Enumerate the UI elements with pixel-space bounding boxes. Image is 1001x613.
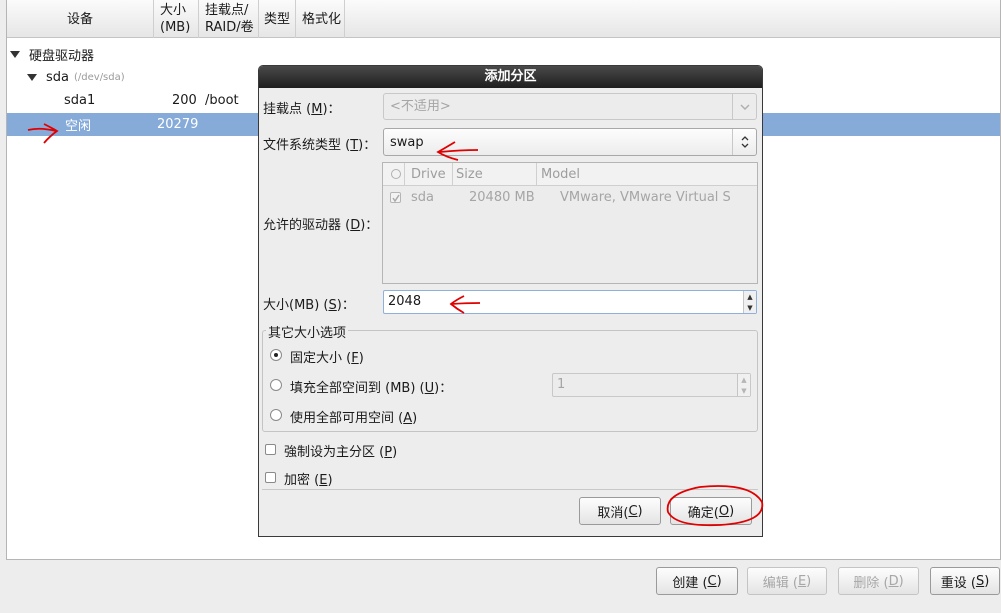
fill-max-radio[interactable]	[270, 409, 282, 421]
fs-type-label: 文件系统类型 (T)：	[263, 138, 377, 153]
drives-list-header: Drive Size Model	[383, 163, 757, 186]
mount-point-label: 挂载点 (M)：	[263, 102, 341, 117]
fixed-size-radio[interactable]	[270, 349, 282, 361]
col-size[interactable]: 大小 (MB)	[154, 0, 199, 38]
mount-point-combo[interactable]: <不适用>	[383, 93, 757, 120]
allowed-drives-label: 允许的驱动器 (D)：	[263, 218, 379, 233]
create-button[interactable]: 创建 (C)	[656, 567, 738, 595]
drive-checkbox[interactable]	[390, 192, 401, 203]
dialog-separator	[262, 489, 758, 490]
ok-button[interactable]: 确定(O)	[670, 497, 752, 525]
cancel-button[interactable]: 取消(C)	[579, 497, 661, 525]
up-down-chevron-icon	[732, 129, 756, 155]
fs-type-combo[interactable]: swap	[383, 128, 757, 156]
dialog-title: 添加分区	[259, 66, 762, 88]
drive-row-sda[interactable]: sda 20480 MB VMware, VMware Virtual S	[383, 186, 757, 210]
tree-header: 设备 大小 (MB) 挂载点/ RAID/卷 类型 格式化	[7, 0, 1000, 38]
encrypt-label[interactable]: 加密 (E)	[284, 469, 333, 488]
expander-icon[interactable]	[27, 74, 37, 81]
force-primary-label[interactable]: 強制设为主分区 (P)	[284, 441, 397, 460]
col-device[interactable]: 设备	[7, 0, 154, 38]
size-spinbox[interactable]: 2048 ▲ ▼	[383, 290, 757, 314]
expander-icon[interactable]	[10, 51, 20, 58]
fill-size-spinbox[interactable]: 1 ▲ ▼	[552, 373, 751, 397]
force-primary-checkbox[interactable]	[265, 444, 276, 455]
size-label: 大小(MB) (S)：	[263, 298, 355, 313]
tree-row-hard-drives[interactable]: 硬盘驱动器	[7, 43, 1000, 66]
col-type[interactable]: 类型	[259, 0, 296, 38]
encrypt-checkbox[interactable]	[265, 472, 276, 483]
fill-to-size-label[interactable]: 填充全部空间到 (MB) (U)：	[290, 377, 452, 396]
drives-list[interactable]: Drive Size Model sda 20480 MB VMware, VM…	[382, 162, 758, 284]
fixed-size-label[interactable]: 固定大小 (F)	[290, 347, 364, 366]
chevron-down-icon	[732, 94, 756, 119]
other-size-options-title: 其它大小选项	[266, 322, 349, 341]
spin-arrows-icon[interactable]: ▲ ▼	[737, 374, 750, 396]
col-format[interactable]: 格式化	[296, 0, 345, 38]
spin-arrows-icon[interactable]: ▲ ▼	[743, 291, 756, 313]
edit-button[interactable]: 编辑 (E)	[747, 567, 827, 595]
select-all-radio-icon[interactable]	[391, 169, 401, 179]
fill-to-size-radio[interactable]	[270, 379, 282, 391]
col-mount[interactable]: 挂载点/ RAID/卷	[199, 0, 259, 38]
reset-button[interactable]: 重设 (S)	[930, 567, 1000, 595]
delete-button[interactable]: 删除 (D)	[838, 567, 919, 595]
fill-max-label[interactable]: 使用全部可用空间 (A)	[290, 407, 417, 426]
